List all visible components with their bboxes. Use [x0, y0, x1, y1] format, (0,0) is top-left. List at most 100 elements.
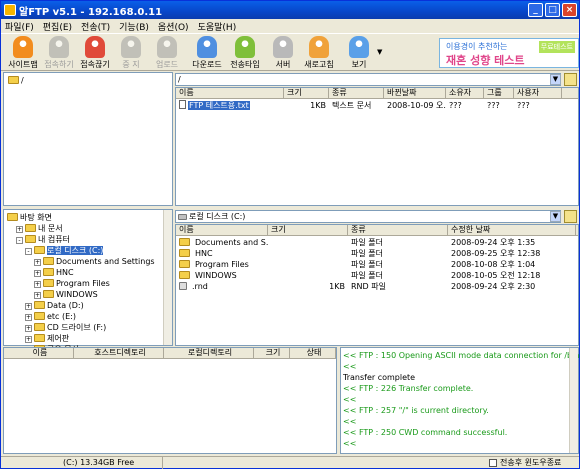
expand-icon[interactable]: + [34, 281, 41, 288]
local-tree-node[interactable]: + Documents and Settings [34, 256, 155, 267]
toolbar-label: 업로드 [155, 60, 179, 69]
local-tree-node[interactable]: + CD 드라이브 (F:) [25, 322, 106, 333]
local-file-row[interactable]: Program Files 파일 폴더 2008-10-08 오후 1:04 [176, 259, 576, 270]
expand-icon[interactable]: + [25, 314, 32, 321]
local-cell-size: 1KB [329, 282, 345, 291]
expand-icon[interactable]: + [16, 226, 23, 233]
remote-col-header[interactable]: 종류 [329, 88, 384, 98]
remote-col-header[interactable]: 소유자 [446, 88, 484, 98]
toolbar-button-stop[interactable]: 중 지 [113, 36, 149, 70]
local-file-list[interactable]: 이름 크기 종류 수정한 날짜 Documents and S... 파일 폴더 2008… [175, 224, 579, 346]
expand-icon[interactable]: + [25, 336, 32, 343]
local-tree-node[interactable]: + Program Files [34, 278, 110, 289]
transfer-queue[interactable]: 이름 호스트디렉토리 로컬디렉토리 크기 상태 [3, 347, 337, 454]
toolbar-button-server[interactable]: 서버 [265, 36, 301, 70]
remote-tree-root[interactable]: / [8, 75, 24, 86]
menu-edit[interactable]: 편집(E) [43, 20, 72, 33]
local-tree-node[interactable]: + Data (D:) [25, 300, 84, 311]
remote-col-header[interactable]: 바뀐날짜 [384, 88, 446, 98]
local-tree-scrollbar[interactable] [163, 210, 172, 345]
collapse-icon[interactable]: - [25, 248, 32, 255]
log-line: Transfer complete [343, 373, 416, 382]
ad-banner[interactable]: 이용경이 추천하는 재혼 성향 테스트 무료테스트 [439, 38, 579, 68]
menu-file[interactable]: 파일(F) [5, 20, 34, 33]
menu-options[interactable]: 옵션(O) [158, 20, 189, 33]
toolbar-button-disconnect[interactable]: 접속끊기 [77, 36, 113, 70]
local-tree-node[interactable]: + HNC [34, 267, 74, 278]
folder-icon [25, 224, 36, 232]
toolbar-button-view[interactable]: 보기 [341, 36, 377, 70]
remote-col-header[interactable]: 이름 [176, 88, 284, 98]
toolbar-button-connect[interactable]: 접속하기 [41, 36, 77, 70]
local-tree-node[interactable]: 바탕 화면 [7, 212, 52, 223]
status-bar: (C:) 13.34GB Free 전송후 윈도우종료 [1, 456, 579, 469]
local-col-header[interactable]: 크기 [268, 225, 348, 235]
folder-icon [43, 268, 54, 276]
close-button[interactable]: × [562, 3, 577, 17]
remote-cell-date: 2008-10-09 오... [387, 101, 446, 110]
local-file-row[interactable]: .rnd 1KB RND 파일 2008-09-24 오후 2:30 [176, 281, 576, 292]
local-path-field[interactable]: 로컬 디스크 (C:) [175, 210, 561, 223]
local-list-header: 이름 크기 종류 수정한 날짜 [176, 225, 578, 236]
local-tree-pane[interactable]: 바탕 화면 + 내 문서 - 내 컴퓨터 - 로컬 디스크 (C:) + Documents a… [3, 209, 173, 354]
remote-file-list[interactable]: 이름 크기 종류 바뀐날짜 소유자 그룹 사용자 FTP 테스트용.txt 1KB 텍스트 문서… [175, 87, 579, 206]
toolbar-button-refresh[interactable]: 새로고침 [301, 36, 337, 70]
collapse-icon[interactable]: - [16, 237, 23, 244]
expand-icon[interactable]: + [34, 270, 41, 277]
expand-icon[interactable]: + [25, 325, 32, 332]
local-file-row[interactable]: WINDOWS 파일 폴더 2008-10-05 오전 12:18 [176, 270, 576, 281]
menu-function[interactable]: 기능(B) [119, 20, 149, 33]
queue-col-header[interactable]: 상태 [290, 348, 336, 358]
folder-icon [7, 213, 18, 221]
remote-path-field[interactable]: / [175, 73, 561, 86]
remote-col-header[interactable]: 그룹 [484, 88, 514, 98]
expand-icon[interactable]: + [25, 303, 32, 310]
shutdown-after-transfer-checkbox[interactable] [489, 459, 497, 467]
title-bar[interactable]: 알FTP v5.1 - 192.168.0.11 _ □ × [1, 1, 579, 19]
queue-col-header[interactable]: 이름 [4, 348, 74, 358]
local-tree-node[interactable]: + 제어판 [25, 333, 69, 344]
minimize-button[interactable]: _ [528, 3, 543, 17]
local-col-header[interactable]: 종류 [348, 225, 448, 235]
local-path-dropdown[interactable]: ▼ [550, 211, 561, 222]
expand-icon[interactable]: + [34, 259, 41, 266]
queue-col-header[interactable]: 로컬디렉토리 [164, 348, 254, 358]
remote-tree-pane[interactable]: / [3, 72, 173, 206]
folder-icon [34, 301, 45, 309]
expand-icon[interactable]: + [34, 292, 41, 299]
toolbar-button-download[interactable]: 다운로드 [189, 36, 225, 70]
download-icon [197, 36, 217, 58]
maximize-button[interactable]: □ [545, 3, 560, 17]
local-tree-label: HNC [56, 268, 74, 277]
remote-up-folder-button[interactable] [564, 73, 577, 86]
remote-col-header[interactable]: 사용자 [514, 88, 562, 98]
toolbar-more-icon[interactable]: ▼ [377, 48, 382, 56]
menu-help[interactable]: 도움말(H) [198, 20, 237, 33]
toolbar-button-site-map[interactable]: 사이트맵 [5, 36, 41, 70]
local-tree-node[interactable]: - 내 컴퓨터 [16, 234, 70, 245]
file-icon [179, 282, 187, 290]
local-tree-node[interactable]: + etc (E:) [25, 311, 76, 322]
local-tree-node[interactable]: + WINDOWS [34, 289, 98, 300]
remote-path-dropdown[interactable]: ▼ [550, 74, 561, 85]
remote-col-header[interactable]: 크기 [284, 88, 329, 98]
local-file-row[interactable]: Documents and S... 파일 폴더 2008-09-24 오후 1:3… [176, 237, 576, 248]
remote-file-row[interactable]: FTP 테스트용.txt 1KB 텍스트 문서 2008-10-09 오...????… [176, 100, 576, 111]
log-pane[interactable]: << FTP : 150 Opening ASCII mode data con… [340, 347, 579, 454]
local-up-folder-button[interactable] [564, 210, 577, 223]
local-file-row[interactable]: HNC 파일 폴더 2008-09-25 오후 12:38 [176, 248, 576, 259]
local-file-name: WINDOWS [195, 271, 237, 280]
local-tree-node[interactable]: + 내 문서 [16, 223, 63, 234]
queue-col-header[interactable]: 호스트디렉토리 [74, 348, 164, 358]
toolbar-button-transfer-type[interactable]: 전송타입 [227, 36, 263, 70]
local-col-header[interactable]: 이름 [176, 225, 268, 235]
toolbar-button-upload[interactable]: 업로드 [149, 36, 185, 70]
banner-tag: 무료테스트 [538, 41, 575, 53]
log-line: << [343, 362, 357, 371]
menu-transfer[interactable]: 전송(T) [81, 20, 110, 33]
folder-icon [179, 238, 190, 246]
log-scrollbar[interactable] [569, 348, 578, 453]
local-col-header[interactable]: 수정한 날짜 [448, 225, 576, 235]
local-tree-node[interactable]: - 로컬 디스크 (C:) [25, 245, 104, 256]
queue-col-header[interactable]: 크기 [254, 348, 290, 358]
